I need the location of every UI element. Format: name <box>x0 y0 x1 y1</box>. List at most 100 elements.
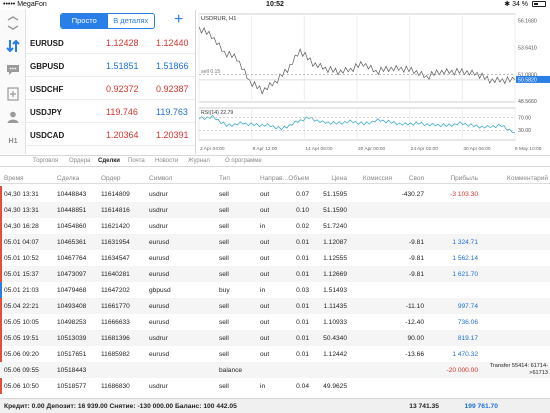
quote-row[interactable]: USDCHF 0.92372 0.92387 <box>26 78 195 100</box>
cell-time: 05.06 10:50 <box>4 383 39 390</box>
cell-swap: -9.81 <box>408 271 424 278</box>
quote-row[interactable]: AUDUSD0.792790.79290 <box>26 147 195 154</box>
tab-0[interactable]: Торговля <box>33 158 58 164</box>
x-axis-label: 8 Apr 12:00 <box>253 146 278 152</box>
column-header-volume[interactable]: Объем <box>285 175 309 182</box>
deal-row[interactable]: 05.06 10:50 10518577 11686830 usdrur sell in 0… <box>0 378 550 394</box>
deals-table-header: Время Сделка Ордер Символ Тип Направ... Объем Ц… <box>0 174 550 184</box>
column-header-price[interactable]: Цена <box>311 175 347 182</box>
deal-row[interactable]: 05.06 09:55 10518443 balance -20 000.00 Tran… <box>0 362 550 378</box>
deal-row[interactable]: 05.05 10:05 10498253 11666633 eurusd sell out… <box>0 314 550 330</box>
tab-2[interactable]: Сделки <box>98 158 120 164</box>
new-order-nav-button[interactable] <box>3 85 23 103</box>
column-header-order[interactable]: Ордер <box>101 175 141 182</box>
deal-type-marker <box>0 202 2 218</box>
cell-symbol: eurusd <box>149 319 170 326</box>
cell-profit: 997.74 <box>457 303 478 310</box>
cell-price: 50.4340 <box>323 335 347 342</box>
column-header-swap[interactable]: Своп <box>395 175 424 182</box>
rsi-label: RSI(14) 22.79 <box>201 110 233 116</box>
current-price-label: 50.5820 <box>518 78 537 84</box>
cell-order: 11614816 <box>101 207 130 214</box>
column-header-type[interactable]: Тип <box>219 175 251 182</box>
add-symbol-icon[interactable]: + <box>174 12 183 28</box>
clock: 10:52 <box>266 1 284 8</box>
deal-row[interactable]: 05.06 09:20 10517651 11685982 eurusd sell out… <box>0 346 550 362</box>
quotes-nav-button[interactable] <box>3 14 23 32</box>
cell-deal: 10448851 <box>57 207 87 214</box>
cell-time: 05.05 10:05 <box>4 319 39 326</box>
timeframe-button[interactable]: H1 <box>3 132 23 150</box>
cell-time: 05.06 09:55 <box>4 367 39 374</box>
tab-3[interactable]: Почта <box>128 158 145 164</box>
cell-profit: -20 000.00 <box>446 367 478 374</box>
deal-type-marker <box>0 266 2 282</box>
sidebar: H1 <box>0 10 26 154</box>
segment-details[interactable]: В деталях <box>108 14 155 28</box>
column-header-profit[interactable]: Прибыль <box>430 175 479 182</box>
cell-symbol: usdrur <box>149 191 168 198</box>
deal-row[interactable]: 04.30 16:28 10454860 11621420 usdrur sell in 0… <box>0 218 550 234</box>
price-chart[interactable]: USDRUR, H1 sell 0.15 RSI(14) 22.79 56.1680 5… <box>197 10 550 154</box>
cell-type: sell <box>219 239 229 246</box>
cell-order: 11661770 <box>101 303 130 310</box>
quote-symbol: GBPUSD <box>30 62 65 71</box>
quote-row[interactable]: GBPUSD 1.51851 1.51866 <box>26 55 195 77</box>
cell-price: 1.12555 <box>323 255 347 262</box>
deal-row[interactable]: 05.05 19:51 10513039 11681396 usdrur sell out… <box>0 330 550 346</box>
quotes-panel: Просто В деталях + EURUSD 1.12428 1.12440 G… <box>26 10 196 154</box>
cell-price: 1.51493 <box>323 287 347 294</box>
cell-symbol: usdrur <box>149 383 168 390</box>
cell-order: 11614809 <box>101 191 130 198</box>
cell-volume: 0.01 <box>296 319 309 326</box>
deal-row[interactable]: 05.01 04:07 10465361 11631954 eurusd sell out… <box>0 234 550 250</box>
deal-row[interactable]: 05.01 15:37 10473097 11640281 eurusd sell out… <box>0 266 550 282</box>
quote-bid: 1.51851 <box>106 61 139 71</box>
quote-symbol: USDJPY <box>30 108 63 117</box>
cell-volume: 0.01 <box>296 271 309 278</box>
cell-type: sell <box>219 383 229 390</box>
tab-1[interactable]: Ордера <box>69 158 90 164</box>
deal-row[interactable]: 05.04 22:21 10493408 11661770 eurusd sell out… <box>0 298 550 314</box>
deal-type-marker <box>0 378 2 394</box>
column-header-commission[interactable]: Комиссия <box>352 175 392 182</box>
chat-nav-button[interactable] <box>3 61 23 79</box>
cell-time: 05.04 22:21 <box>4 303 39 310</box>
price-axis-label: 56.1680 <box>518 19 537 25</box>
cell-swap: -13.66 <box>405 351 424 358</box>
cell-volume: 0.02 <box>296 223 309 230</box>
tab-6[interactable]: О программе <box>225 158 262 164</box>
cell-time: 04.30 13:31 <box>4 207 39 214</box>
column-header-deal[interactable]: Сделка <box>57 175 97 182</box>
cell-order: 11640281 <box>101 271 130 278</box>
deal-row[interactable]: 04.30 13:31 10448843 11614809 usdrur sell out… <box>0 186 550 202</box>
trade-nav-button[interactable] <box>3 37 23 55</box>
column-header-time[interactable]: Время <box>4 175 52 182</box>
quote-symbol: EURUSD <box>30 39 64 48</box>
deal-type-marker <box>0 298 2 314</box>
quote-bid: 1.12428 <box>106 38 139 48</box>
cell-time: 05.06 09:20 <box>4 351 39 358</box>
quote-row[interactable]: USDCAD 1.20364 1.20391 <box>26 124 195 146</box>
quote-row[interactable]: USDJPY 119.746 119.763 <box>26 101 195 123</box>
objects-nav-button[interactable] <box>3 108 23 126</box>
column-header-comment[interactable]: Комментарий <box>480 175 548 182</box>
price-axis-label: 48.5660 <box>518 99 537 105</box>
column-header-symbol[interactable]: Символ <box>149 175 189 182</box>
cell-volume: 0.01 <box>296 351 309 358</box>
cell-type: sell <box>219 223 229 230</box>
quote-row[interactable]: EURUSD 1.12428 1.12440 <box>26 32 195 54</box>
tab-4[interactable]: Новости <box>155 158 178 164</box>
deal-row[interactable]: 05.01 10:52 10467764 11634547 eurusd sell out… <box>0 250 550 266</box>
deal-row[interactable]: 04.30 13:31 10448851 11614816 usdrur sell out… <box>0 202 550 218</box>
cell-time: 04.30 13:31 <box>4 191 39 198</box>
cell-symbol: eurusd <box>149 239 170 246</box>
price-axis-label: 53.6410 <box>518 45 537 51</box>
quote-ask: 1.12440 <box>156 38 189 48</box>
cell-comment: Transfer 55414: 61714->61713 <box>489 363 548 376</box>
deal-row[interactable]: 05.01 21:03 10479468 11647202 gbpusd buy in 0.… <box>0 282 550 298</box>
chart-canvas: USDRUR, H1 sell 0.15 RSI(14) 22.79 56.1680 5… <box>198 13 550 152</box>
tab-5[interactable]: Журнал <box>188 158 210 164</box>
quote-ask: 1.51866 <box>156 61 189 71</box>
segment-simple[interactable]: Просто <box>61 14 108 28</box>
